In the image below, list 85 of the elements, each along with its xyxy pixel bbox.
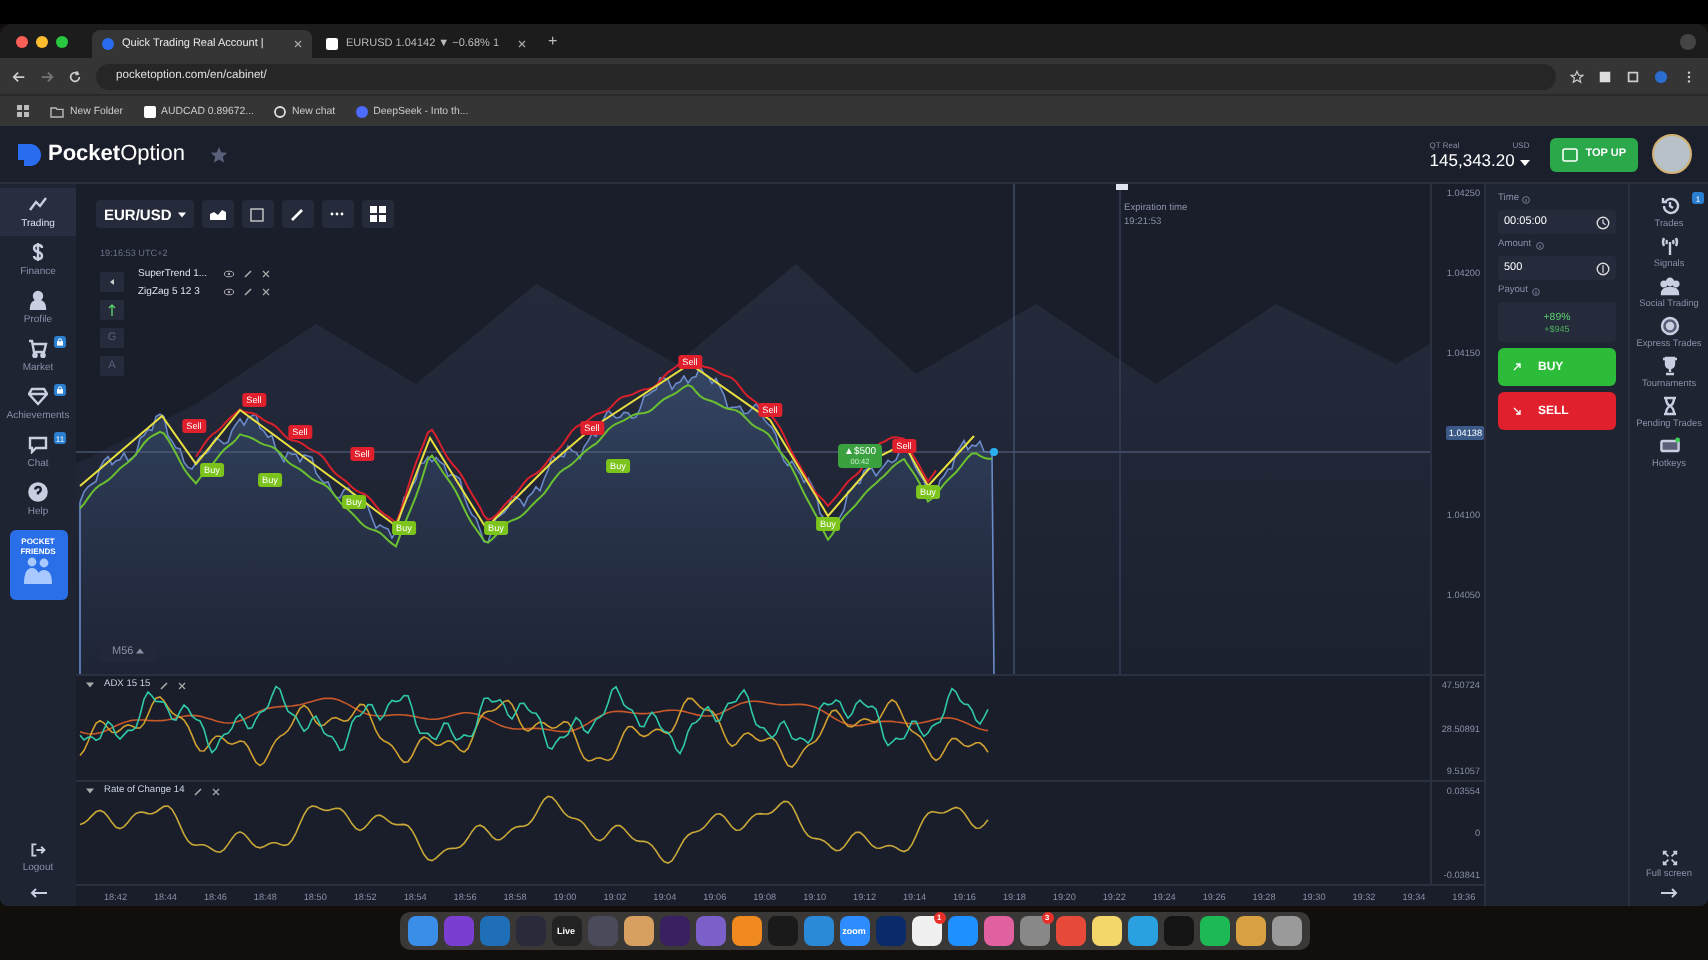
dollar-icon (28, 242, 48, 262)
folder-icon (50, 105, 64, 117)
clock-icon[interactable] (1596, 215, 1610, 229)
cart-icon (28, 338, 48, 358)
dropdown-caret-icon (1519, 159, 1530, 165)
forward-icon[interactable] (40, 69, 54, 83)
collapse-arrow-icon[interactable] (29, 888, 47, 898)
app-icon[interactable] (407, 916, 437, 946)
info-icon[interactable] (1535, 241, 1544, 249)
close-icon[interactable] (262, 270, 270, 278)
app-icon[interactable] (1235, 916, 1265, 946)
close-tab-icon[interactable] (294, 40, 302, 48)
trophy-icon (1659, 356, 1679, 376)
extensions-icon[interactable] (1598, 69, 1612, 83)
express-icon (1659, 316, 1679, 336)
app-icon[interactable] (1271, 916, 1301, 946)
minimize-window-icon[interactable] (36, 35, 48, 47)
square-icon (250, 207, 265, 221)
close-window-icon[interactable] (16, 35, 28, 47)
expand-icon (1661, 850, 1677, 866)
history-icon (1659, 196, 1679, 216)
apps-grid-icon[interactable] (16, 104, 30, 118)
app-icon[interactable] (1091, 916, 1121, 946)
person-icon (28, 290, 48, 310)
info-icon[interactable] (1531, 287, 1540, 295)
eye-icon[interactable] (224, 288, 234, 296)
dropdown-caret-icon (136, 648, 145, 655)
trend-tool-button[interactable] (100, 300, 124, 320)
keyboard-icon (1659, 436, 1679, 456)
area-chart-icon (209, 208, 226, 220)
close-tab-icon[interactable] (518, 40, 526, 48)
close-icon[interactable] (262, 288, 270, 296)
site-icon (143, 105, 156, 117)
pencil-icon[interactable] (160, 681, 169, 690)
antenna-icon (1659, 236, 1679, 256)
collapse-tool-button[interactable] (100, 272, 124, 292)
menu-icon[interactable] (1682, 69, 1696, 83)
collapse-caret-icon[interactable] (86, 682, 94, 689)
info-icon[interactable] (1522, 195, 1531, 203)
app-icon[interactable] (1127, 916, 1157, 946)
arrow-up-right-icon (1512, 362, 1522, 372)
new-tab-button[interactable]: + (540, 32, 566, 50)
group-icon (1659, 276, 1679, 296)
reload-icon[interactable] (68, 69, 82, 83)
app-icon[interactable] (731, 916, 761, 946)
brush-icon (290, 207, 305, 221)
pencil-icon[interactable] (244, 270, 252, 278)
help-icon (28, 482, 48, 502)
hourglass-icon (1659, 396, 1679, 416)
two-people-icon (20, 556, 56, 584)
arrow-down-right-icon (1512, 406, 1522, 416)
wallet-icon (1561, 147, 1578, 161)
grid-icon (369, 206, 386, 222)
indicators-button[interactable] (241, 200, 274, 228)
logout-icon (30, 842, 46, 858)
favorite-star-icon[interactable] (209, 145, 227, 163)
triangle-left-icon (108, 278, 116, 286)
zoom-window-icon[interactable] (56, 35, 68, 47)
pencil-icon[interactable] (244, 288, 252, 296)
chart-type-button[interactable] (201, 200, 234, 228)
arrow-up-icon (108, 304, 116, 316)
app-icon[interactable] (623, 916, 653, 946)
eye-icon[interactable] (224, 270, 234, 278)
layout-grid-button[interactable] (361, 200, 394, 228)
app-icon[interactable] (1199, 916, 1229, 946)
logo-text: PocketOption (48, 142, 185, 166)
current-price-dot (990, 448, 998, 456)
collapse-caret-icon[interactable] (86, 788, 94, 795)
star-icon[interactable] (1570, 69, 1584, 83)
pencil-icon[interactable] (194, 787, 203, 796)
chat-bubble-icon (28, 434, 48, 454)
close-icon[interactable] (178, 681, 187, 690)
app-icon[interactable] (947, 916, 977, 946)
logo-icon (16, 141, 42, 167)
avatar-icon[interactable] (1654, 69, 1668, 83)
coin-icon[interactable] (1596, 261, 1610, 275)
user-avatar[interactable] (1652, 134, 1692, 174)
close-icon[interactable] (212, 787, 221, 796)
expand-arrow-icon[interactable] (1660, 888, 1678, 898)
chart-line-icon (28, 194, 48, 214)
back-icon[interactable] (12, 69, 26, 83)
app-icon[interactable] (983, 916, 1013, 946)
drawing-tools-button[interactable] (281, 200, 314, 228)
dropdown-caret-icon (177, 211, 186, 217)
diamond-icon (28, 386, 48, 406)
